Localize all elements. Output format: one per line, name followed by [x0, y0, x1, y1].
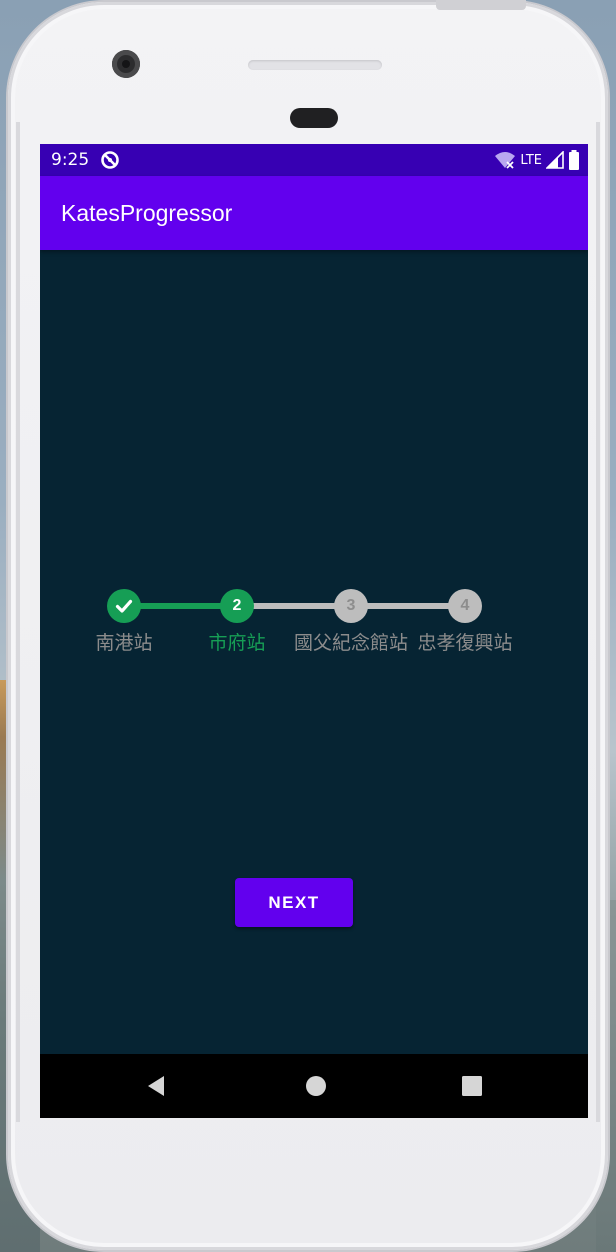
progress-stepper: 2 3 4 南港站 市府站 國父紀念館站 忠孝復興站 [40, 584, 588, 654]
wifi-icon [495, 152, 516, 169]
battery-icon [569, 150, 579, 170]
step-4-indicator: 4 [448, 589, 482, 623]
step-2-number: 2 [232, 597, 242, 614]
step-3-number: 3 [346, 597, 356, 614]
power-button [436, 0, 526, 10]
next-button[interactable]: NEXT [235, 878, 353, 927]
earpiece [290, 108, 338, 128]
network-type-label: LTE [520, 152, 542, 168]
status-icons: LTE [494, 149, 580, 171]
check-icon [115, 599, 133, 613]
app-bar: KatesProgressor [40, 176, 588, 250]
device-screen: 9:25 LTE KatesProgressor 2 3 4 南港站 市府站 國… [40, 144, 588, 1118]
step-4-label: 忠孝復興站 [417, 632, 513, 654]
signal-icon [546, 151, 564, 169]
status-time: 9:25 [51, 150, 90, 170]
step-3-indicator: 3 [334, 589, 368, 623]
status-bar: 9:25 LTE [40, 144, 588, 176]
app-title: KatesProgressor [61, 200, 233, 226]
step-2-indicator: 2 [220, 589, 254, 623]
step-3-label: 國父紀念館站 [293, 632, 409, 654]
speaker-grille [248, 60, 382, 70]
home-icon[interactable] [304, 1074, 328, 1098]
back-icon[interactable] [144, 1074, 168, 1098]
step-1-label: 南港站 [95, 632, 153, 654]
phone-edge-left [16, 122, 20, 1122]
recents-icon[interactable] [460, 1074, 484, 1098]
front-camera [112, 50, 140, 78]
phone-edge-right [596, 122, 600, 1122]
step-4-number: 4 [460, 597, 470, 614]
step-2-label: 市府站 [208, 632, 266, 654]
sync-disabled-icon [101, 151, 119, 169]
step-1-indicator [107, 589, 141, 623]
navigation-bar [40, 1054, 588, 1118]
